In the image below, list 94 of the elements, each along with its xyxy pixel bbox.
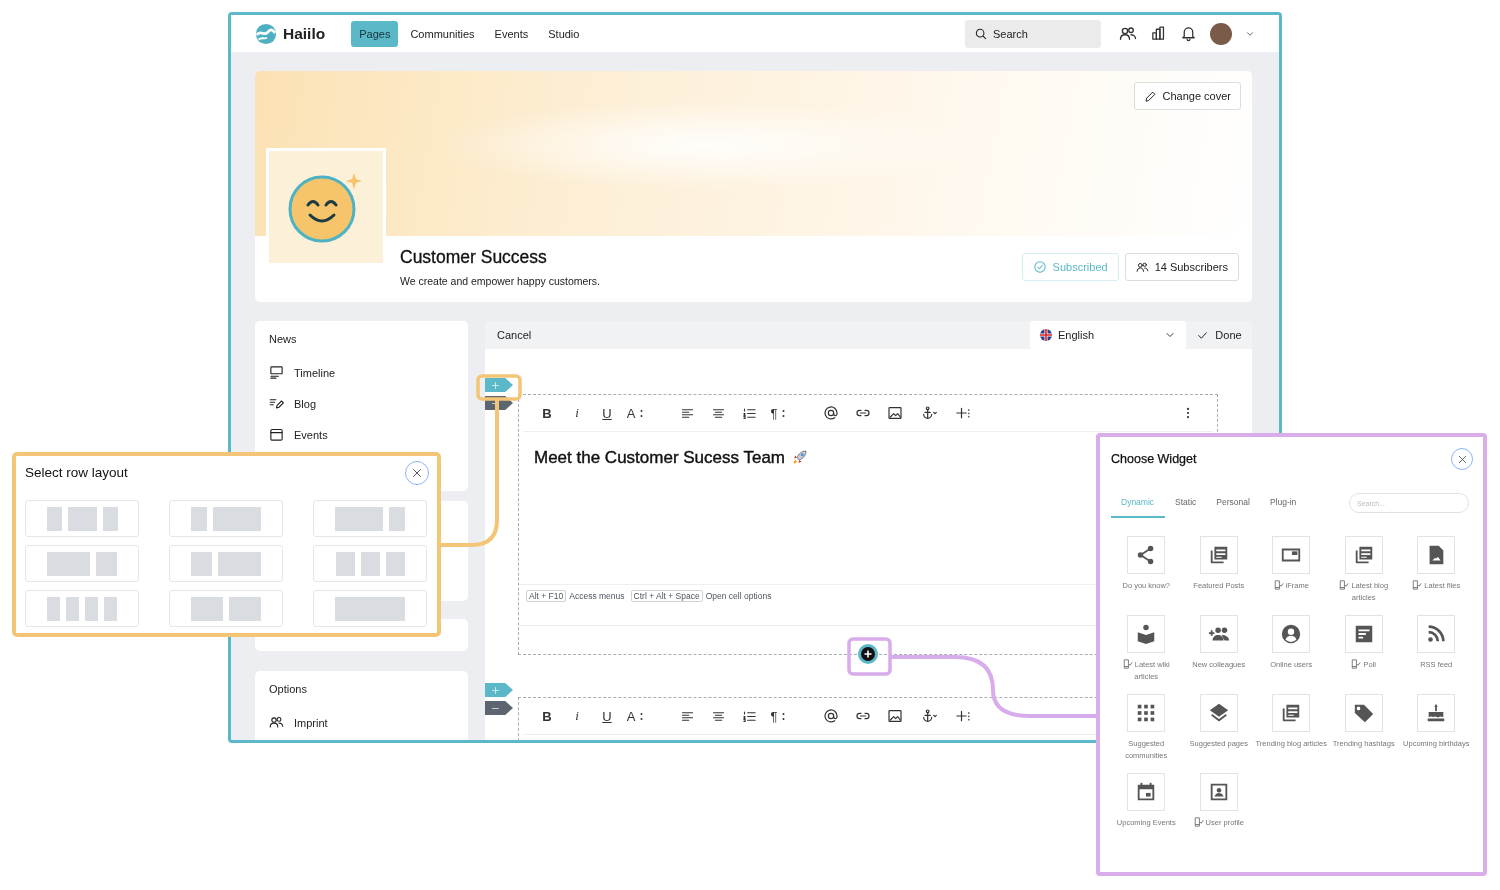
dropdown-dots-icon xyxy=(640,408,644,418)
plus-icon xyxy=(491,380,500,390)
change-cover-button[interactable]: Change cover xyxy=(1133,82,1241,110)
people-icon xyxy=(1135,260,1149,274)
nav-link[interactable]: Events xyxy=(486,20,537,47)
calendar-icon xyxy=(269,427,284,442)
widget-tile[interactable] xyxy=(1199,773,1238,811)
close-button[interactable] xyxy=(1451,448,1473,470)
at-sign-icon[interactable] xyxy=(823,405,839,421)
widget-tile[interactable] xyxy=(1127,536,1166,574)
widget-tile[interactable] xyxy=(1127,773,1166,811)
format-button[interactable]: i xyxy=(566,708,588,724)
widget-tile[interactable] xyxy=(1344,536,1383,574)
page-description: We create and empower happy customers. xyxy=(400,275,601,287)
insert-icon[interactable] xyxy=(955,708,972,724)
content-heading: Meet the Customer Sucess Team xyxy=(534,448,785,468)
plus-circle-icon xyxy=(861,647,875,661)
remove-row-tab[interactable] xyxy=(485,701,513,715)
widget-tile[interactable] xyxy=(1199,536,1238,574)
check-circle-icon xyxy=(1032,260,1047,274)
dropdown-dots-icon xyxy=(640,711,644,721)
nav-link[interactable]: Communities xyxy=(402,20,483,47)
widget-tile[interactable] xyxy=(1417,694,1456,732)
plus-icon xyxy=(491,685,500,695)
group-title: News xyxy=(269,333,298,345)
group-title: Options xyxy=(269,683,308,695)
insert-icon[interactable] xyxy=(955,405,972,421)
image-icon[interactable] xyxy=(887,405,903,421)
people-icon[interactable] xyxy=(1119,24,1137,43)
nav-link[interactable]: Pages xyxy=(351,20,399,47)
sidebar-item[interactable]: Blog xyxy=(269,388,454,419)
format-button[interactable]: U xyxy=(596,708,618,724)
widget-tab[interactable]: Static xyxy=(1165,488,1207,518)
highlight-frame xyxy=(476,374,522,401)
language-dropdown[interactable]: English xyxy=(1030,321,1186,349)
widget-tile[interactable] xyxy=(1344,694,1383,732)
widget-tile[interactable] xyxy=(1272,694,1311,732)
nav-link[interactable]: Studio xyxy=(540,20,588,47)
layers-icon xyxy=(1207,702,1230,724)
sidebar-item[interactable]: Imprint xyxy=(269,707,454,738)
subscribers-button[interactable]: 14 Subscribers xyxy=(1124,253,1239,281)
widget-tile[interactable] xyxy=(1127,694,1166,732)
people-icon xyxy=(269,715,284,730)
image-icon[interactable] xyxy=(887,708,903,724)
widget-tile[interactable] xyxy=(1272,536,1311,574)
panel-title: Choose Widget xyxy=(1111,452,1197,466)
font-size-button[interactable]: A xyxy=(626,708,648,724)
avatar[interactable] xyxy=(1210,22,1232,45)
numbered-list-icon[interactable] xyxy=(742,405,757,421)
add-widget-button[interactable] xyxy=(858,644,878,664)
flag-icon xyxy=(1040,329,1052,341)
monitor-icon xyxy=(269,365,284,380)
done-button[interactable]: Done xyxy=(1186,324,1252,346)
paragraph-button[interactable]: ¶ xyxy=(769,708,791,724)
font-size-button[interactable]: A xyxy=(626,405,648,421)
sidebar-item[interactable]: Events xyxy=(269,419,454,450)
widget-tile[interactable] xyxy=(1272,615,1311,653)
shortcut-hint: Ctrl + Alt + Space Open cell options xyxy=(630,590,772,602)
rocket-icon xyxy=(791,448,809,466)
widget-tile[interactable] xyxy=(1344,615,1383,653)
at-sign-icon[interactable] xyxy=(823,708,839,724)
widget-tile[interactable] xyxy=(1127,615,1166,653)
app-logo-text: Haiilo xyxy=(283,24,326,43)
highlight-frame xyxy=(847,637,892,676)
page-title: Customer Success xyxy=(400,247,548,268)
widget-tile[interactable] xyxy=(1417,536,1456,574)
chart-icon[interactable] xyxy=(1150,25,1167,42)
search-icon xyxy=(974,26,988,41)
close-button[interactable] xyxy=(405,460,429,485)
search-field[interactable]: Search xyxy=(965,19,1101,48)
format-button[interactable]: U xyxy=(596,405,618,421)
pen-lines-icon xyxy=(269,396,284,411)
format-button[interactable]: B xyxy=(536,708,558,724)
sidebar-item[interactable]: Timeline xyxy=(269,357,454,388)
close-icon xyxy=(1456,453,1468,465)
pencil-icon xyxy=(1143,89,1157,103)
format-button[interactable]: i xyxy=(566,405,588,421)
dropdown-dots-icon xyxy=(782,408,786,418)
widget-tab[interactable]: Plug-in xyxy=(1259,488,1307,518)
popup-title: Select row layout xyxy=(25,465,128,480)
rss-icon xyxy=(1425,623,1448,645)
close-icon xyxy=(411,466,423,479)
widget-tab[interactable]: Personal xyxy=(1206,488,1260,518)
dropdown-dots-icon xyxy=(782,711,786,721)
cancel-button[interactable]: Cancel xyxy=(497,325,532,345)
widget-tile[interactable] xyxy=(1417,615,1456,653)
bell-icon[interactable] xyxy=(1180,25,1197,42)
paragraph-button[interactable]: ¶ xyxy=(769,405,791,421)
shortcut-hint: Alt + F10 Access menus xyxy=(526,590,625,602)
format-button[interactable]: B xyxy=(536,405,558,421)
logo-icon xyxy=(255,22,277,45)
widget-tile[interactable] xyxy=(1199,615,1238,653)
widget-tile[interactable] xyxy=(1199,694,1238,732)
numbered-list-icon[interactable] xyxy=(742,708,757,724)
